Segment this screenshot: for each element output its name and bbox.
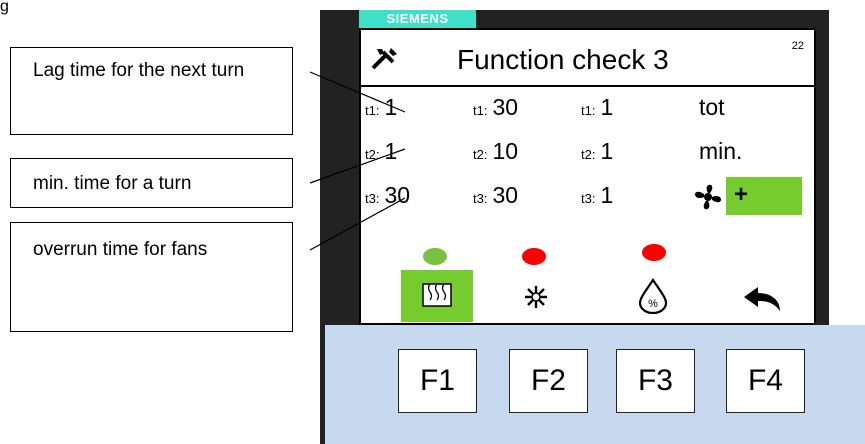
leader-line-min-time xyxy=(309,148,406,184)
leader-line-overrun-time xyxy=(309,197,406,251)
leader-line-lag-time xyxy=(309,71,406,113)
callout-leader-lines xyxy=(309,71,406,251)
